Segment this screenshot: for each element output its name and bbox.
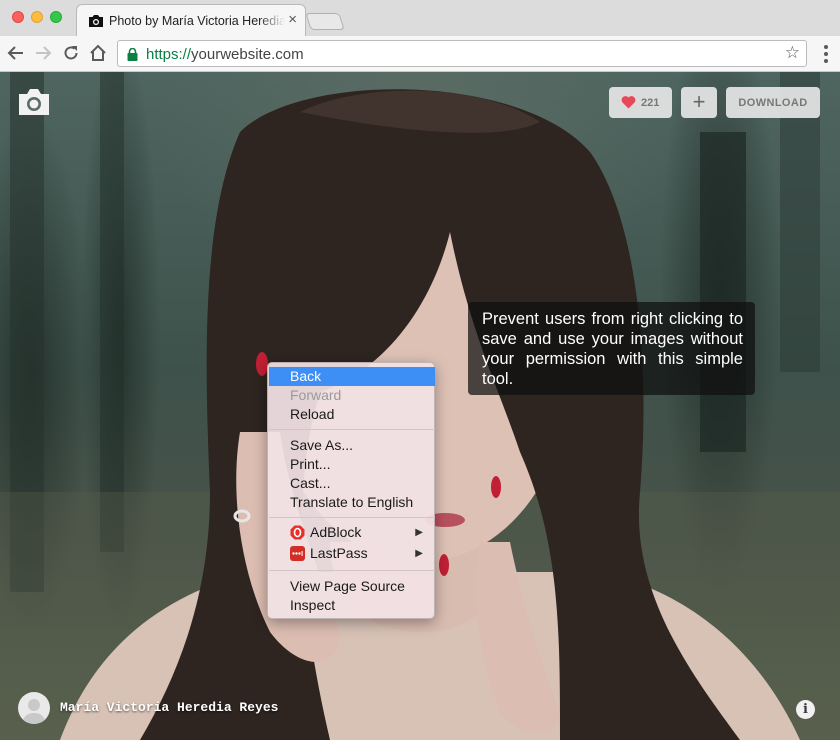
info-icon[interactable]: i <box>796 700 815 719</box>
lock-icon <box>127 48 138 61</box>
tab-close-icon[interactable]: × <box>288 12 297 28</box>
like-button[interactable]: 221 <box>609 87 672 118</box>
browser-menu-icon[interactable] <box>824 45 828 66</box>
heart-icon <box>621 96 636 109</box>
minimize-window-button[interactable] <box>31 11 43 23</box>
download-button[interactable]: DOWNLOAD <box>726 87 820 118</box>
submenu-arrow-icon: ▶ <box>415 527 423 538</box>
lastpass-icon <box>290 546 305 561</box>
menu-separator <box>269 429 435 430</box>
menu-item-lastpass[interactable]: LastPass ▶ <box>269 544 435 563</box>
menu-item-back[interactable]: Back <box>269 367 435 386</box>
submenu-arrow-icon: ▶ <box>415 548 423 559</box>
home-icon[interactable] <box>89 44 107 62</box>
active-tab[interactable]: Photo by María Victoria Heredia Reyes × <box>76 4 306 36</box>
like-count: 221 <box>641 97 660 109</box>
plus-icon: + <box>692 89 706 114</box>
url-text: https://yourwebsite.com <box>146 46 304 63</box>
tab-strip: Photo by María Victoria Heredia Reyes × <box>0 0 840 36</box>
menu-item-adblock[interactable]: AdBlock ▶ <box>269 523 435 542</box>
menu-separator <box>269 570 435 571</box>
avatar[interactable] <box>18 692 50 724</box>
bookmark-star-icon[interactable]: ☆ <box>785 44 800 62</box>
author-name[interactable]: María Victoria Heredia Reyes <box>60 700 278 715</box>
zoom-window-button[interactable] <box>50 11 62 23</box>
menu-item-forward: Forward <box>290 387 342 403</box>
address-bar[interactable]: https://yourwebsite.com ☆ <box>117 40 807 67</box>
menu-item-cast[interactable]: Cast... <box>269 474 435 493</box>
back-arrow-icon[interactable] <box>7 44 25 62</box>
browser-toolbar: https://yourwebsite.com ☆ <box>0 36 840 72</box>
adblock-label: AdBlock <box>310 524 362 540</box>
tab-title: Photo by María Victoria Heredia Reyes <box>109 14 285 28</box>
menu-item-view-source[interactable]: View Page Source <box>269 577 435 596</box>
add-to-collection-button[interactable]: + <box>681 87 717 118</box>
menu-item-translate[interactable]: Translate to English <box>269 493 435 512</box>
menu-item-save-as[interactable]: Save As... <box>269 436 435 455</box>
menu-item-inspect[interactable]: Inspect <box>269 596 435 615</box>
user-silhouette-icon <box>22 699 46 724</box>
forward-arrow-icon[interactable] <box>34 44 52 62</box>
download-label: DOWNLOAD <box>738 97 808 109</box>
new-tab-button[interactable] <box>305 13 345 30</box>
menu-item-print[interactable]: Print... <box>269 455 435 474</box>
reload-icon[interactable] <box>62 44 80 62</box>
lastpass-label: LastPass <box>310 545 368 561</box>
menu-item-reload[interactable]: Reload <box>269 405 435 424</box>
close-window-button[interactable] <box>12 11 24 23</box>
menu-separator <box>269 517 435 518</box>
context-menu: Back Forward Reload Save As... Print... … <box>267 362 435 619</box>
camera-favicon-icon <box>89 15 103 27</box>
camera-logo-icon[interactable] <box>18 88 50 116</box>
info-tooltip: Prevent users from right clicking to sav… <box>468 302 755 395</box>
adblock-icon <box>290 525 305 540</box>
